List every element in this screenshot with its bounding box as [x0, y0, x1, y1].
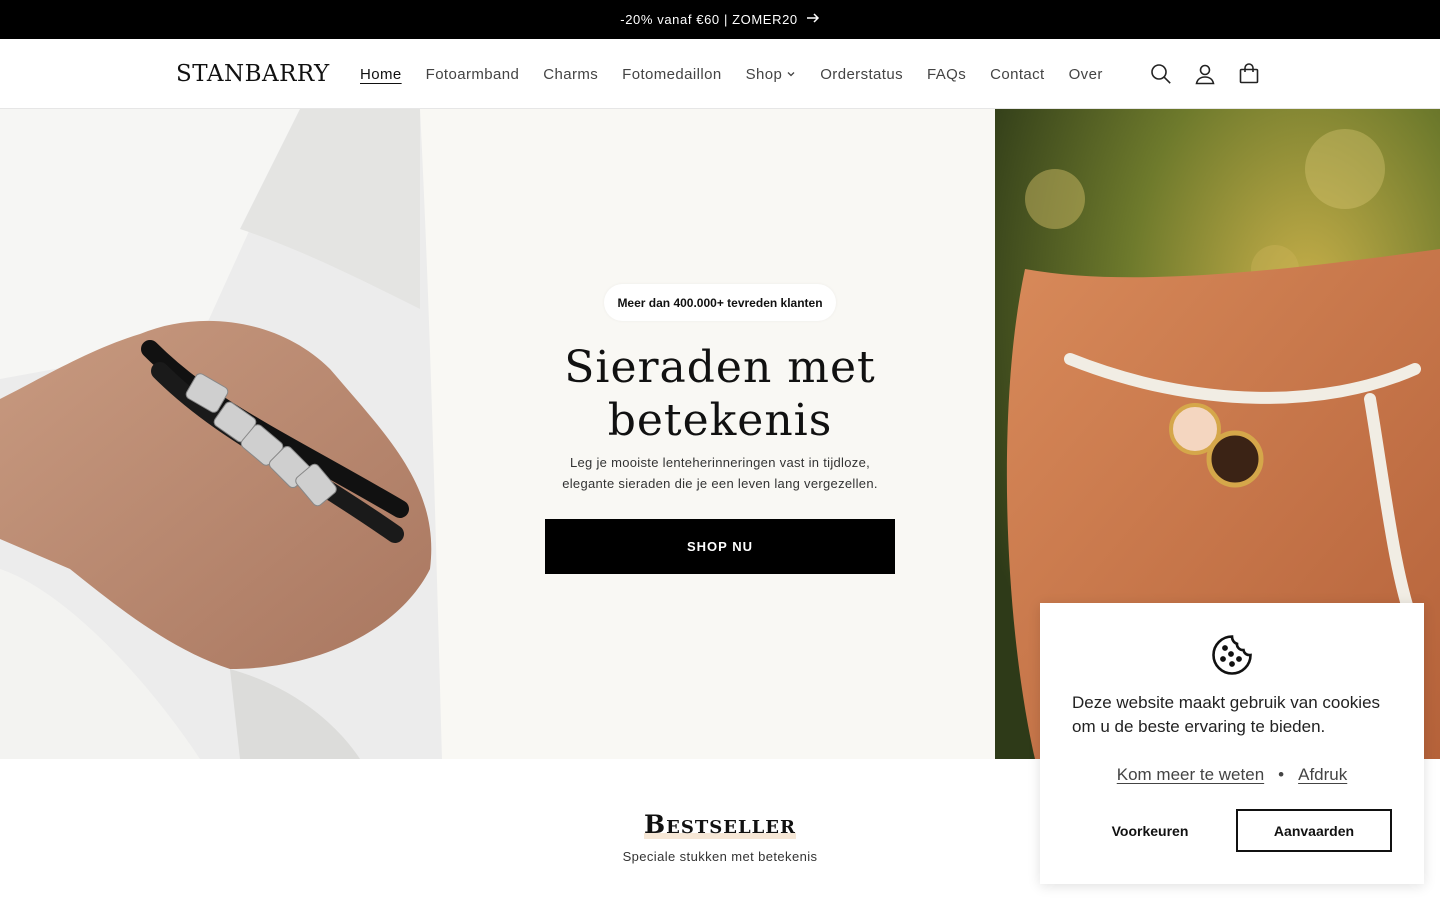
nav-item-home[interactable]: Home [348, 66, 414, 83]
chevron-down-icon [786, 66, 796, 83]
header-icons [1150, 39, 1260, 109]
cookie-message: Deze website maakt gebruik van cookies o… [1072, 693, 1381, 736]
nav-item-orderstatus[interactable]: Orderstatus [808, 66, 915, 83]
nav-item-shop-label: Shop [745, 65, 783, 83]
hero-subtitle: Leg je mooiste lenteherinneringen vast i… [540, 452, 900, 494]
nav-item-shop[interactable]: Shop [734, 66, 809, 83]
account-icon[interactable] [1194, 63, 1216, 85]
link-separator: • [1278, 765, 1285, 784]
accept-button[interactable]: Aanvaarden [1236, 809, 1392, 852]
announcement-bar[interactable]: -20% vanaf €60 | ZOMER20 [0, 0, 1440, 39]
cookie-links: Kom meer te weten • Afdruk [1040, 765, 1424, 785]
hero-title-line1: Sieraden met [564, 342, 876, 393]
shop-now-button[interactable]: SHOP NU [545, 519, 895, 574]
nav-item-contact[interactable]: Contact [978, 66, 1057, 83]
cookie-banner: Deze website maakt gebruik van cookies o… [1040, 603, 1424, 884]
site-logo[interactable]: STANBARRY [176, 61, 330, 87]
nav-item-charms[interactable]: Charms [531, 66, 610, 83]
hero-title: Sieraden met betekenis [520, 341, 920, 447]
main-nav: Home Fotoarmband Charms Fotomedaillon Sh… [348, 39, 1115, 109]
hero-title-line2: betekenis [607, 395, 833, 446]
hero-subtitle-line1: Leg je mooiste lenteherinneringen vast i… [569, 455, 871, 470]
announcement-text[interactable]: -20% vanaf €60 | ZOMER20 [620, 12, 797, 27]
nav-item-fotoarmband[interactable]: Fotoarmband [414, 66, 532, 83]
nav-item-fotomedaillon[interactable]: Fotomedaillon [610, 66, 733, 83]
nav-item-faqs[interactable]: FAQs [915, 66, 978, 83]
hero-content: Meer dan 400.000+ tevreden klanten Siera… [520, 109, 920, 759]
cookie-icon [1211, 634, 1253, 676]
preferences-button[interactable]: Voorkeuren [1072, 809, 1228, 852]
print-link[interactable]: Afdruk [1298, 765, 1347, 785]
hero-subtitle-line2: elegante sieraden die je een leven lang … [562, 476, 878, 491]
arrow-right-icon[interactable] [806, 11, 820, 28]
cart-icon[interactable] [1238, 63, 1260, 85]
nav-item-over[interactable]: Over [1057, 66, 1115, 83]
site-header: STANBARRY Home Fotoarmband Charms Fotome… [0, 39, 1440, 109]
learn-more-link[interactable]: Kom meer te weten [1117, 765, 1264, 785]
hero-image-left [0, 109, 445, 759]
bestseller-title-text: Bestseller [644, 810, 796, 839]
customer-badge: Meer dan 400.000+ tevreden klanten [604, 284, 836, 321]
search-icon[interactable] [1150, 63, 1172, 85]
